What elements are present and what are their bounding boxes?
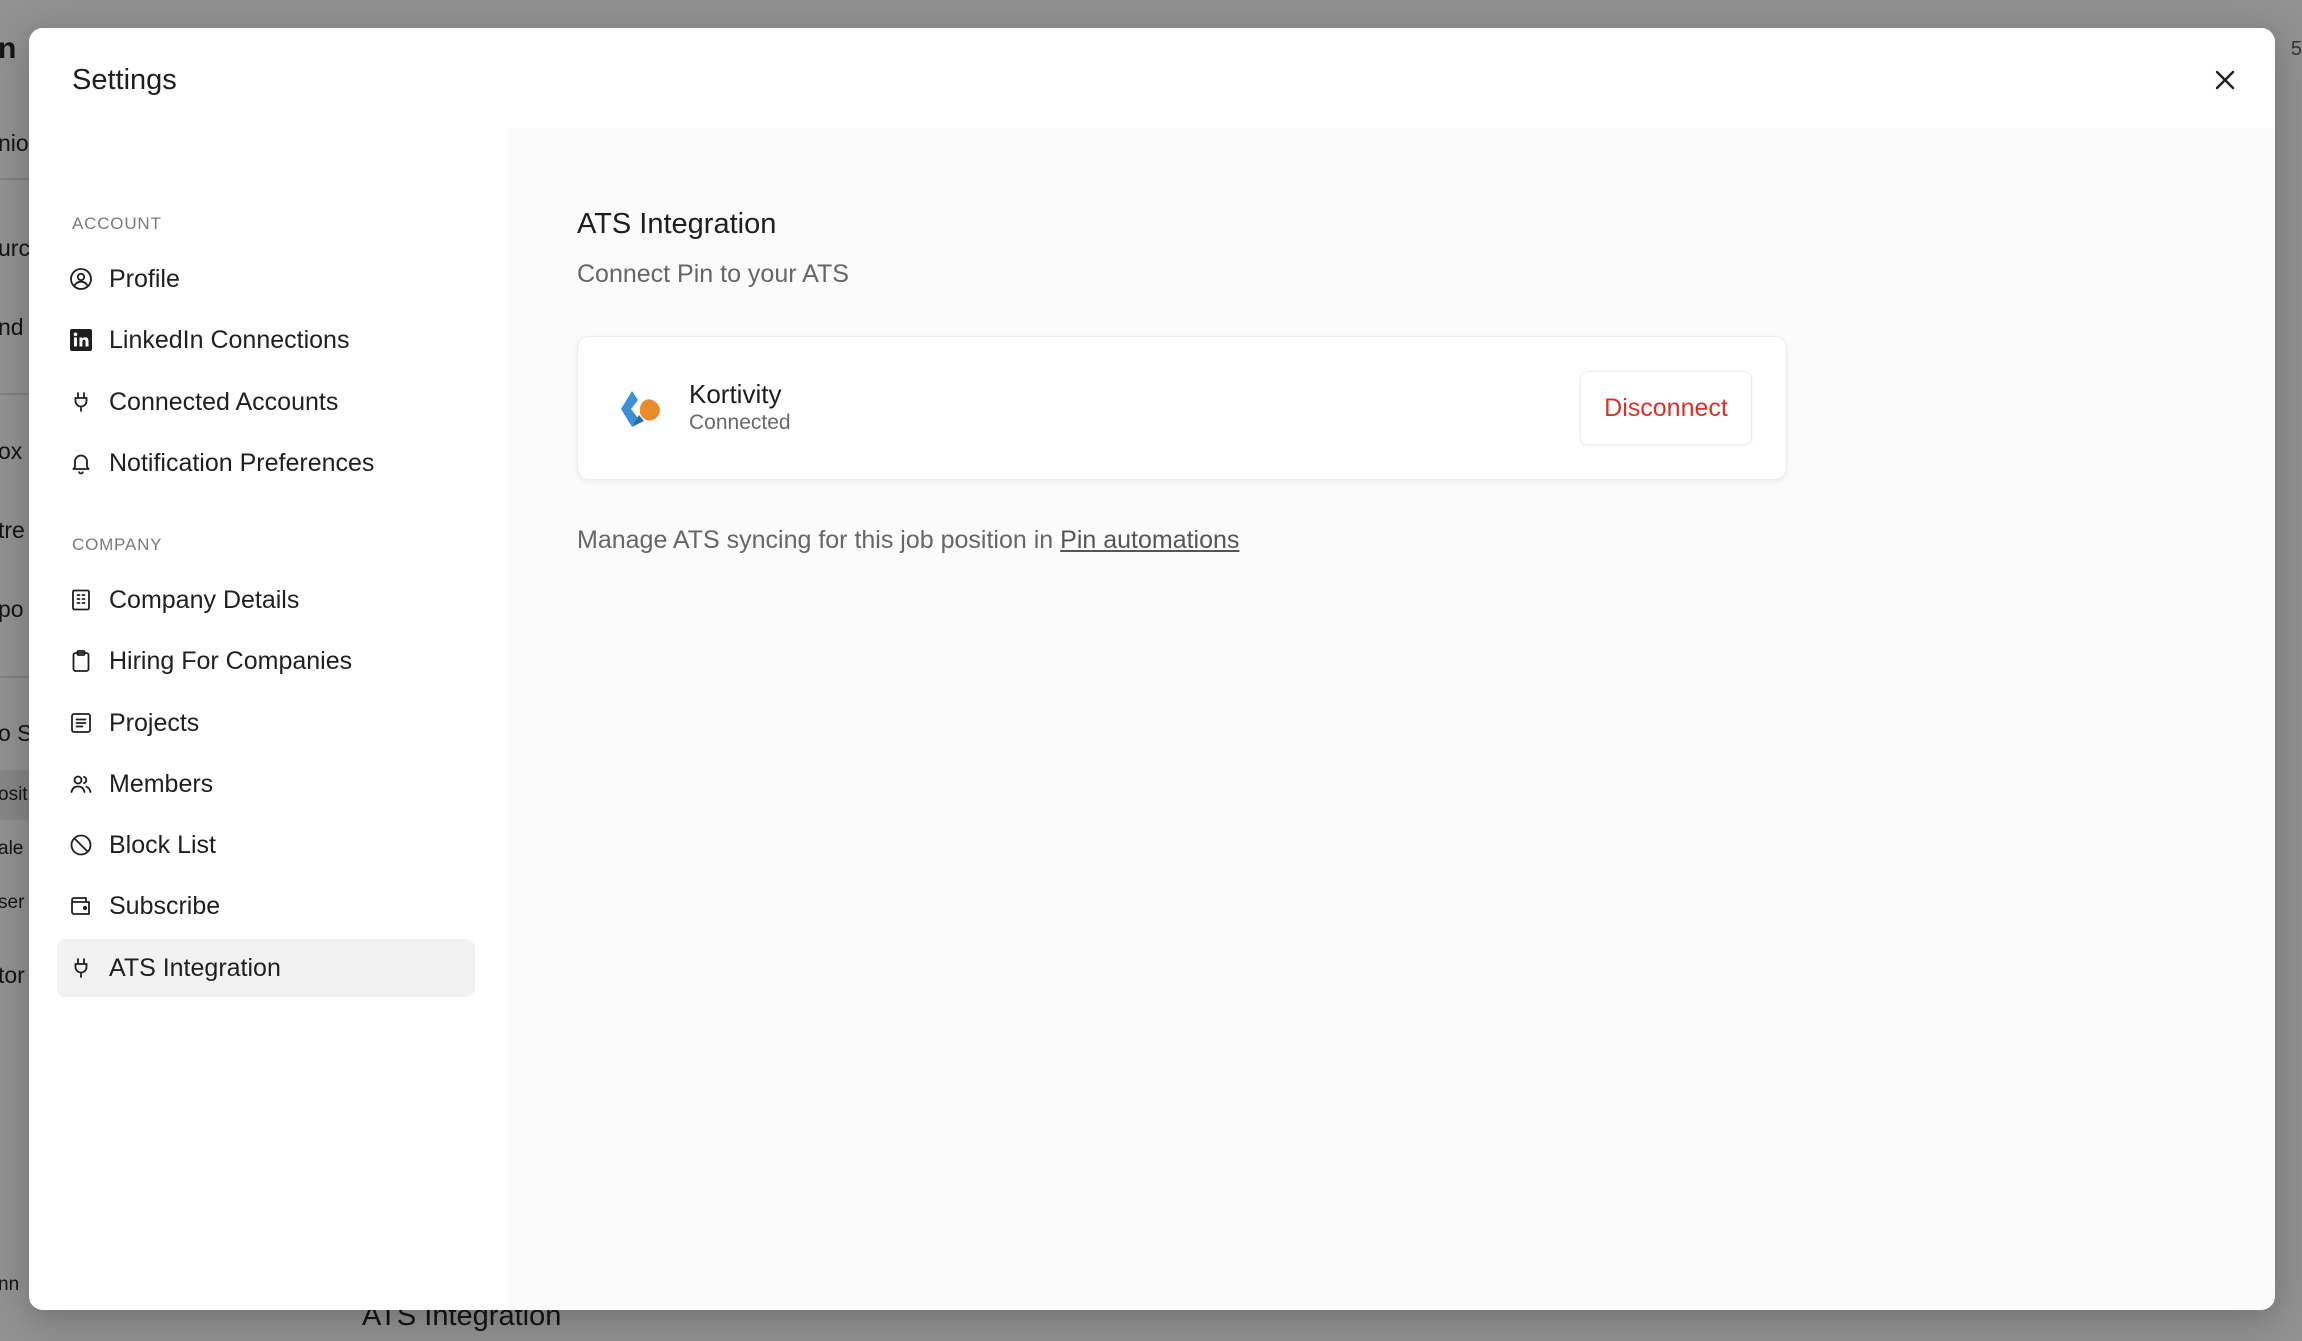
x-icon [2215, 70, 2235, 90]
sidebar-item-company-details[interactable]: Company Details [57, 571, 475, 629]
disconnect-button[interactable]: Disconnect [1580, 371, 1752, 445]
page-subtitle: Connect Pin to your ATS [577, 260, 849, 288]
sidebar-item-linkedin-connections[interactable]: LinkedIn Connections [57, 311, 475, 369]
close-button[interactable] [2207, 62, 2243, 98]
ban-icon [69, 833, 93, 857]
modal-header: Settings [29, 28, 2275, 128]
sidebar-item-members[interactable]: Members [57, 755, 475, 813]
bell-icon [69, 451, 93, 475]
manage-ats-text: Manage ATS syncing for this job position… [577, 526, 1239, 555]
sidebar-item-label: Company Details [109, 585, 300, 614]
sidebar-item-notification-preferences[interactable]: Notification Preferences [57, 434, 475, 492]
sidebar-item-label: Projects [109, 708, 200, 737]
sidebar-item-label: ATS Integration [109, 953, 281, 982]
building-icon [69, 588, 93, 612]
user-circle-icon [69, 267, 93, 291]
sidebar-item-label: Connected Accounts [109, 387, 339, 416]
section-label-account: ACCOUNT [72, 214, 162, 233]
sidebar-item-subscribe[interactable]: Subscribe [57, 877, 475, 935]
users-icon [69, 772, 93, 796]
settings-sidebar: ACCOUNT Profile LinkedIn Connections Con… [29, 128, 507, 1310]
sidebar-item-label: Members [109, 769, 214, 798]
sidebar-item-hiring-for-companies[interactable]: Hiring For Companies [57, 632, 475, 690]
sidebar-item-label: Profile [109, 264, 180, 293]
kortivity-logo-icon [621, 391, 660, 427]
integration-status: Connected [689, 411, 791, 434]
sidebar-item-label: Notification Preferences [109, 448, 375, 477]
plug-icon [69, 956, 93, 980]
sidebar-item-connected-accounts[interactable]: Connected Accounts [57, 373, 475, 431]
list-icon [69, 711, 93, 735]
page-title: ATS Integration [577, 208, 777, 240]
sidebar-item-label: LinkedIn Connections [109, 325, 350, 354]
sidebar-item-block-list[interactable]: Block List [57, 816, 475, 874]
wallet-icon [69, 894, 93, 918]
settings-content: ATS Integration Connect Pin to your ATS … [507, 128, 2275, 1310]
linkedin-icon [69, 328, 93, 352]
modal-title: Settings [72, 64, 177, 96]
integration-name: Kortivity [689, 379, 782, 409]
manage-text-label: Manage ATS syncing for this job position… [577, 526, 1054, 554]
integration-card: Kortivity Connected Disconnect [577, 336, 1787, 480]
sidebar-item-label: Hiring For Companies [109, 646, 353, 675]
sidebar-item-profile[interactable]: Profile [57, 250, 475, 308]
plug-icon [69, 390, 93, 414]
pin-automations-link[interactable]: Pin automations [1060, 526, 1239, 554]
sidebar-item-projects[interactable]: Projects [57, 694, 475, 752]
sidebar-item-label: Block List [109, 830, 216, 859]
sidebar-item-ats-integration[interactable]: ATS Integration [57, 939, 475, 997]
clipboard-icon [69, 649, 93, 673]
section-label-company: COMPANY [72, 535, 163, 554]
settings-modal: Settings ACCOUNT Profile LinkedIn Connec… [29, 28, 2275, 1310]
sidebar-item-label: Subscribe [109, 891, 221, 920]
